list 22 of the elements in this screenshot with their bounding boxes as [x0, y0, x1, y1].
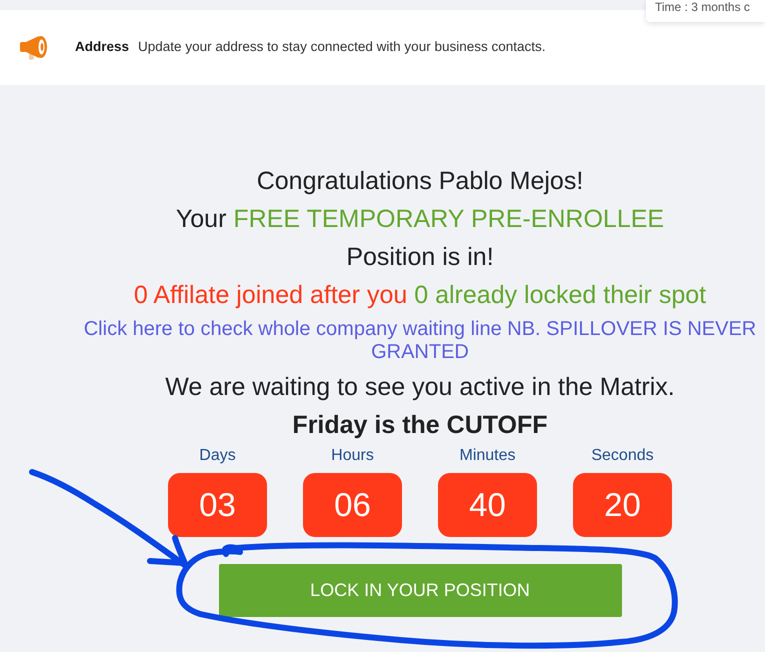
time-tooltip: Time : 3 months c	[646, 0, 765, 22]
countdown-label: Seconds	[591, 446, 654, 466]
countdown-label: Minutes	[459, 446, 516, 466]
countdown-value: 06	[303, 473, 402, 537]
lock-in-position-button[interactable]: LOCK IN YOUR POSITION	[218, 564, 622, 617]
megaphone-icon	[20, 35, 47, 60]
activity-message: We are waiting to see you active in the Matrix.	[165, 372, 675, 403]
countdown-value: 20	[573, 473, 672, 537]
countdown-value: 03	[168, 473, 267, 537]
position-status-heading: Position is in!	[346, 242, 494, 273]
notice-message: Update your address to stay connected with your business contacts.	[138, 38, 546, 56]
stat-text: 0 Affilate joined after you	[134, 280, 408, 311]
highlight-text: FREE TEMPORARY PRE-ENROLLEE	[233, 204, 664, 235]
cutoff-message: Friday is the CUTOFF	[292, 410, 548, 441]
countdown-label: Days	[199, 446, 236, 466]
stat-text: 0 already locked their spot	[414, 280, 706, 311]
countdown-value: 40	[438, 473, 537, 537]
notice-title: Address	[75, 38, 130, 56]
waiting-line-link[interactable]: Click here to check whole company waiting line NB. SPILLOVER IS NEVER GRANTED	[75, 318, 765, 364]
countdown-label: Hours	[331, 446, 374, 466]
heading-text: Your	[176, 204, 226, 235]
greeting-heading: Congratulations Pablo Mejos!	[256, 166, 584, 197]
